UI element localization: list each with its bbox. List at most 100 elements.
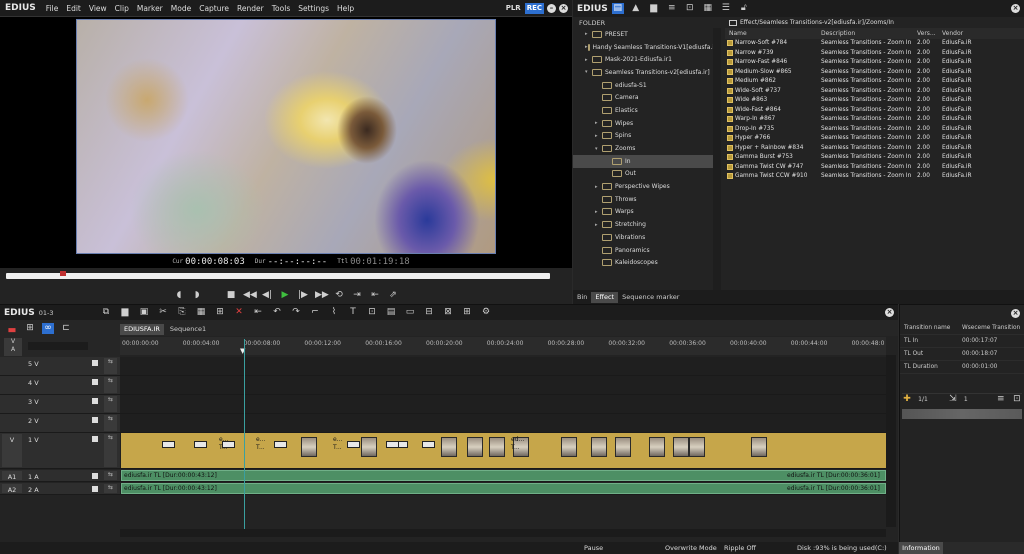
transition-marker[interactable] [162,441,175,448]
speaker-icon[interactable] [92,436,98,442]
delete-icon[interactable]: ⊡ [684,3,696,14]
sequence-icon[interactable]: ⧉ [100,307,112,318]
sync-lock-icon[interactable]: ⇆ [104,434,117,467]
audio-clip[interactable]: ediusfa.ir TL [Dur:00:00:43:12] ediusfa.i… [121,483,886,494]
rec-button[interactable]: REC [524,3,544,14]
tree-expand-icon[interactable]: ▸ [585,57,592,63]
play-icon[interactable]: ▶ [279,290,291,301]
col-vendor[interactable]: Vendor [942,30,963,37]
stop-icon[interactable]: ■ [225,290,237,301]
effect-row[interactable]: Wide #863 Seamless Transitions - Zoom In 2… [725,96,1024,106]
list-icon[interactable]: ≡ [666,3,678,14]
up-folder-icon[interactable]: ▲ [630,3,642,14]
layout-icon[interactable]: ⊠ [442,307,454,318]
menu-item-tools[interactable]: Tools [268,4,294,13]
clip-thumbnail[interactable] [441,437,457,457]
info-list-icon[interactable]: ≡ [996,394,1006,405]
lock-icon[interactable]: 🔓︎ [738,3,750,14]
effect-row[interactable]: Gamma Twist CW #747 Seamless Transitions … [725,163,1024,173]
snap-icon[interactable]: ⌇ [328,307,340,318]
loop-icon[interactable]: ⟲ [333,290,345,301]
trim-icon[interactable]: ⊡ [366,307,378,318]
track-lane[interactable] [120,376,886,394]
undo-icon[interactable]: ↶ [271,307,283,318]
step-back-icon[interactable]: ◀| [261,290,273,301]
track-name[interactable]: 5 V [28,360,39,368]
properties-icon[interactable]: ▦ [702,3,714,14]
fast-forward-icon[interactable]: ▶▶ [315,290,329,301]
tree-item[interactable]: ▸ Mask-2021-Ediusfa.ir1 [573,53,713,66]
transition-marker[interactable] [274,441,287,448]
sync-lock-icon[interactable]: ⇆ [104,471,117,480]
clip-thumbnail[interactable] [467,437,483,457]
add-effect-icon[interactable]: ✚ [902,394,912,405]
track-lane[interactable] [120,414,886,432]
effect-row[interactable]: Wide-Fast #864 Seamless Transitions - Zoo… [725,106,1024,116]
paste-icon[interactable]: ▦ [195,307,207,318]
speaker-icon[interactable] [92,360,98,366]
sync-lock-icon[interactable]: ⇆ [104,484,117,493]
insert-icon[interactable]: ⇥ [351,290,363,301]
layer-icon[interactable]: ⇲ [948,394,958,405]
menu-item-settings[interactable]: Settings [294,4,333,13]
player-scrub-bar[interactable] [6,273,550,279]
transition-marker[interactable] [422,441,435,448]
clip-thumbnail[interactable] [649,437,665,457]
new-folder-icon[interactable]: ▆ [648,3,660,14]
clip-thumbnail[interactable] [561,437,577,457]
replace-icon[interactable]: ⊞ [214,307,226,318]
menu-item-render[interactable]: Render [233,4,268,13]
tree-expand-icon[interactable]: ▸ [595,222,602,228]
effect-row[interactable]: Narrow-Fast #846 Seamless Transitions - Z… [725,58,1024,68]
tree-item[interactable]: Vibrations [573,231,713,244]
link-mode-icon[interactable]: ∞ [42,322,54,334]
panel-close-icon[interactable]: × [1011,4,1020,13]
sync-icon[interactable]: ⊟ [423,307,435,318]
open-icon[interactable]: ▆ [119,307,131,318]
speaker-icon[interactable] [92,417,98,423]
tree-item[interactable]: ▸ Warps [573,206,713,219]
col-name[interactable]: Name [729,30,747,37]
video-preview[interactable] [76,19,496,254]
tree-expand-icon[interactable]: ▸ [585,31,592,37]
cut-icon[interactable]: ✂ [157,307,169,318]
tree-item[interactable]: Out [573,168,713,181]
tree-item[interactable]: Camera [573,91,713,104]
clip-thumbnail[interactable] [591,437,607,457]
sync-lock-icon[interactable]: ⇆ [104,358,117,374]
group-icon[interactable]: ⊏ [60,323,72,334]
va-patch[interactable]: V A [4,338,22,356]
effect-entry[interactable] [902,409,1022,419]
tree-item[interactable]: ▸ Perspective Wipes [573,180,713,193]
clip-thumbnail[interactable] [689,437,705,457]
menu-item-capture[interactable]: Capture [195,4,233,13]
tab-effect[interactable]: Effect [591,291,619,303]
time-ruler[interactable]: 00:00:00:00 00:00:04:00 00:00:08:00 00:00:1… [120,337,886,355]
clip-thumbnail[interactable] [615,437,631,457]
transition-marker[interactable] [347,441,360,448]
tree-item[interactable]: ▸ Handy Seamless Transitions-V1[ediusfa.i… [573,41,719,54]
scrub-position-marker[interactable] [60,271,66,276]
export-icon[interactable]: ⇗ [387,290,399,301]
tab-information[interactable]: Information [899,542,943,554]
menu-item-help[interactable]: Help [333,4,358,13]
settings-icon[interactable]: ⚙ [480,307,492,318]
speaker-icon[interactable] [92,398,98,404]
title-icon[interactable]: T [347,307,359,318]
export-timeline-icon[interactable]: ⊞ [461,307,473,318]
tree-expand-icon[interactable]: ▸ [595,209,602,215]
tree-item[interactable]: ▾ Seamless Transitions-v2[ediusfa.ir] [573,66,713,79]
menu-item-view[interactable]: View [85,4,111,13]
track-name[interactable]: 1 V [28,436,39,444]
minimize-icon[interactable]: – [547,4,556,13]
copy-icon[interactable]: ⎘ [176,307,188,318]
ripple-delete-icon[interactable]: ⇤ [252,307,264,318]
effect-row[interactable]: Narrow #739 Seamless Transitions - Zoom I… [725,49,1024,59]
sync-lock-icon[interactable]: ⇆ [104,415,117,431]
timeline-close-icon[interactable]: × [885,308,894,317]
tree-item[interactable]: ▾ Zooms [573,142,713,155]
track-name[interactable]: 3 V [28,398,39,406]
timeline-v-scrollbar[interactable] [886,355,896,527]
effect-row[interactable]: Drop-In #735 Seamless Transitions - Zoom … [725,125,1024,135]
mixer-icon[interactable]: ⊞ [24,323,36,334]
